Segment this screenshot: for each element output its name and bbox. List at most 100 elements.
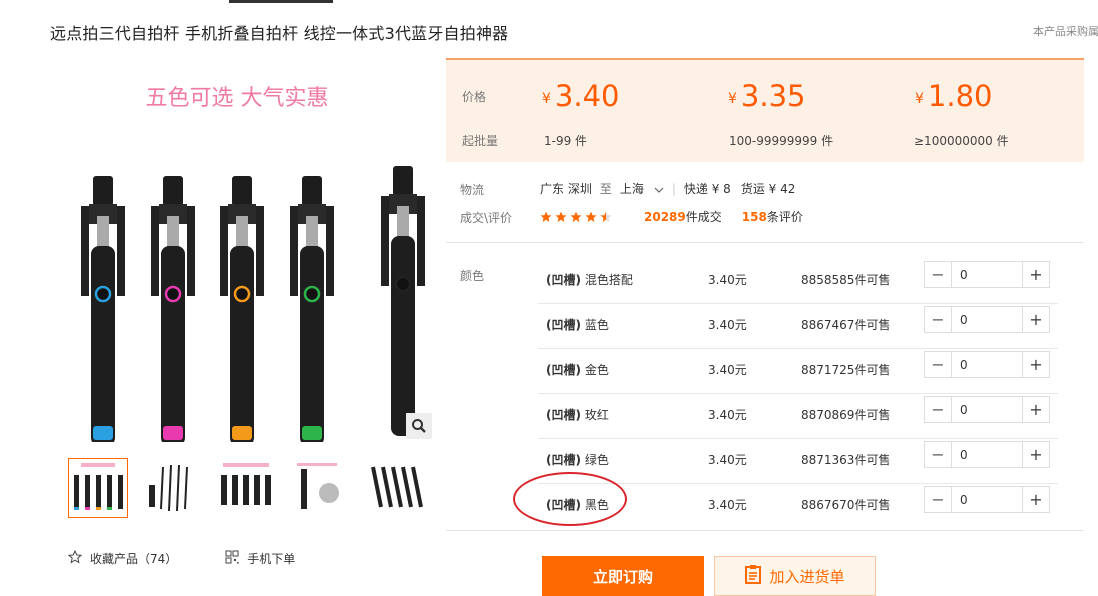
thumbnail-3[interactable] (216, 458, 276, 518)
deals-count[interactable]: 20289 (644, 210, 686, 224)
tier-2-qty: 100-99999999 件 (729, 134, 834, 148)
thumbnail-1[interactable] (68, 458, 128, 518)
quantity-input[interactable]: 0 (952, 307, 1022, 332)
increment-button[interactable]: + (1022, 352, 1049, 377)
sku-prefix: (凹槽) (546, 453, 581, 467)
sku-name: (凹槽) 金色 (546, 361, 609, 378)
increment-button[interactable]: + (1022, 397, 1049, 422)
color-label: 颜色 (460, 269, 485, 283)
sku-price: 3.40元 (708, 498, 747, 512)
divider (446, 530, 1084, 531)
review-label: 成交\评价 (460, 211, 513, 225)
to-word: 至 (599, 182, 612, 196)
sku-price: 3.40元 (708, 453, 747, 467)
quantity-stepper: −0 + (924, 306, 1050, 333)
chevron-down-icon (654, 182, 664, 196)
buy-now-button[interactable]: 立即订购 (542, 556, 704, 596)
tier-1-price: ¥3.40 (542, 79, 620, 113)
sku-stock: 8867670件可售 (801, 498, 891, 512)
review-count[interactable]: 158 (742, 210, 767, 224)
logistics-panel: 物流 广东 深圳 至 上海 | 快递 ¥ 8 货运 ¥ 42 成交\评价 202… (446, 162, 1084, 243)
sku-color: 玫红 (584, 408, 609, 422)
quantity-stepper: −0 + (924, 396, 1050, 423)
thumbnail-strip (68, 458, 424, 518)
product-title: 远点拍三代自拍杆 手机折叠自拍杆 线控一体式3代蓝牙自拍神器 (50, 24, 509, 43)
quantity-input[interactable]: 0 (952, 487, 1022, 512)
purchase-note: 本产品采购属 (1033, 25, 1098, 38)
sku-price: 3.40元 (708, 318, 747, 332)
top-accent-bar (229, 0, 333, 3)
main-product-image: 五色可选 大气实惠 (81, 86, 425, 442)
thumbnail-5[interactable] (364, 458, 424, 518)
favorite-label: 收藏产品（74） (90, 552, 178, 566)
review-row: 20289 件成交 158 条评价 (540, 208, 803, 225)
sku-price: 3.40元 (708, 363, 747, 377)
sku-color: 金色 (584, 363, 609, 377)
quantity-input[interactable]: 0 (952, 352, 1022, 377)
mobile-order-button[interactable]: 手机下单 (225, 550, 295, 567)
rating-stars (540, 211, 614, 223)
quantity-input[interactable]: 0 (952, 442, 1022, 467)
review-suffix: 条评价 (766, 210, 803, 224)
quantity-stepper: −0 + (924, 261, 1050, 288)
tier-1-qty: 1-99 件 (544, 134, 588, 148)
sku-color: 混色搭配 (584, 273, 633, 287)
sku-row: (凹槽) 玫红 3.40元 8870869件可售 −0 + (538, 393, 1058, 439)
quantity-input[interactable]: 0 (952, 397, 1022, 422)
sku-stock: 8867467件可售 (801, 318, 891, 332)
selfie-stick (290, 176, 334, 442)
ship-to-select[interactable]: 上海 (620, 180, 664, 197)
tier-3-price: ¥1.80 (915, 79, 993, 113)
sku-prefix: (凹槽) (546, 408, 581, 422)
banner-text: 五色可选 大气实惠 (146, 86, 329, 111)
sku-name: (凹槽) 玫红 (546, 406, 609, 423)
increment-button[interactable]: + (1022, 442, 1049, 467)
quantity-input[interactable]: 0 (952, 262, 1022, 287)
decrement-button[interactable]: − (925, 397, 952, 422)
increment-button[interactable]: + (1022, 262, 1049, 287)
sku-row: (凹槽) 黑色 3.40元 8867670件可售 −0 + (538, 483, 1058, 528)
decrement-button[interactable]: − (925, 262, 952, 287)
sku-name: (凹槽) 蓝色 (546, 316, 609, 333)
add-to-cart-button[interactable]: 加入进货单 (714, 556, 876, 596)
selfie-stick (381, 166, 425, 436)
sku-row: (凹槽) 混色搭配 3.40元 8858585件可售 −0 + (538, 258, 1058, 304)
sku-prefix: (凹槽) (546, 363, 581, 377)
sku-color: 黑色 (584, 498, 609, 512)
logistics-label: 物流 (460, 183, 485, 197)
express-fee: 快递 ¥ 8 (683, 182, 731, 196)
decrement-button[interactable]: − (925, 307, 952, 332)
logistics-row: 广东 深圳 至 上海 | 快递 ¥ 8 货运 ¥ 42 (540, 180, 796, 197)
deals-suffix: 件成交 (685, 210, 722, 224)
quantity-stepper: −0 + (924, 486, 1050, 513)
min-qty-label: 起批量 (462, 134, 499, 148)
qr-code-icon (225, 550, 239, 567)
sku-price: 3.40元 (708, 408, 747, 422)
sku-prefix: (凹槽) (546, 273, 581, 287)
zoom-icon[interactable] (406, 413, 432, 439)
quantity-stepper: −0 + (924, 351, 1050, 378)
clipboard-icon (745, 564, 762, 588)
sku-row: (凹槽) 蓝色 3.40元 8867467件可售 −0 + (538, 303, 1058, 349)
thumbnail-4[interactable] (290, 458, 350, 518)
cart-label: 加入进货单 (769, 567, 845, 586)
sku-name: (凹槽) 绿色 (546, 451, 609, 468)
sku-prefix: (凹槽) (546, 318, 581, 332)
thumbnail-2[interactable] (142, 458, 202, 518)
mobile-order-label: 手机下单 (247, 552, 296, 566)
sku-stock: 8871363件可售 (801, 453, 891, 467)
decrement-button[interactable]: − (925, 352, 952, 377)
star-rating-icon (540, 211, 612, 222)
favorite-button[interactable]: 收藏产品（74） (67, 549, 178, 567)
tier-2-price: ¥3.35 (728, 79, 806, 113)
secondary-actions: 收藏产品（74） 手机下单 (67, 549, 295, 567)
sku-stock: 8858585件可售 (801, 273, 891, 287)
sku-row: (凹槽) 金色 3.40元 8871725件可售 −0 + (538, 348, 1058, 394)
increment-button[interactable]: + (1022, 487, 1049, 512)
price-panel: 价格 起批量 ¥3.40 1-99 件 ¥3.35 100-99999999 件… (446, 58, 1084, 162)
increment-button[interactable]: + (1022, 307, 1049, 332)
decrement-button[interactable]: − (925, 487, 952, 512)
decrement-button[interactable]: − (925, 442, 952, 467)
star-outline-icon (67, 549, 83, 567)
price-label: 价格 (462, 90, 487, 104)
